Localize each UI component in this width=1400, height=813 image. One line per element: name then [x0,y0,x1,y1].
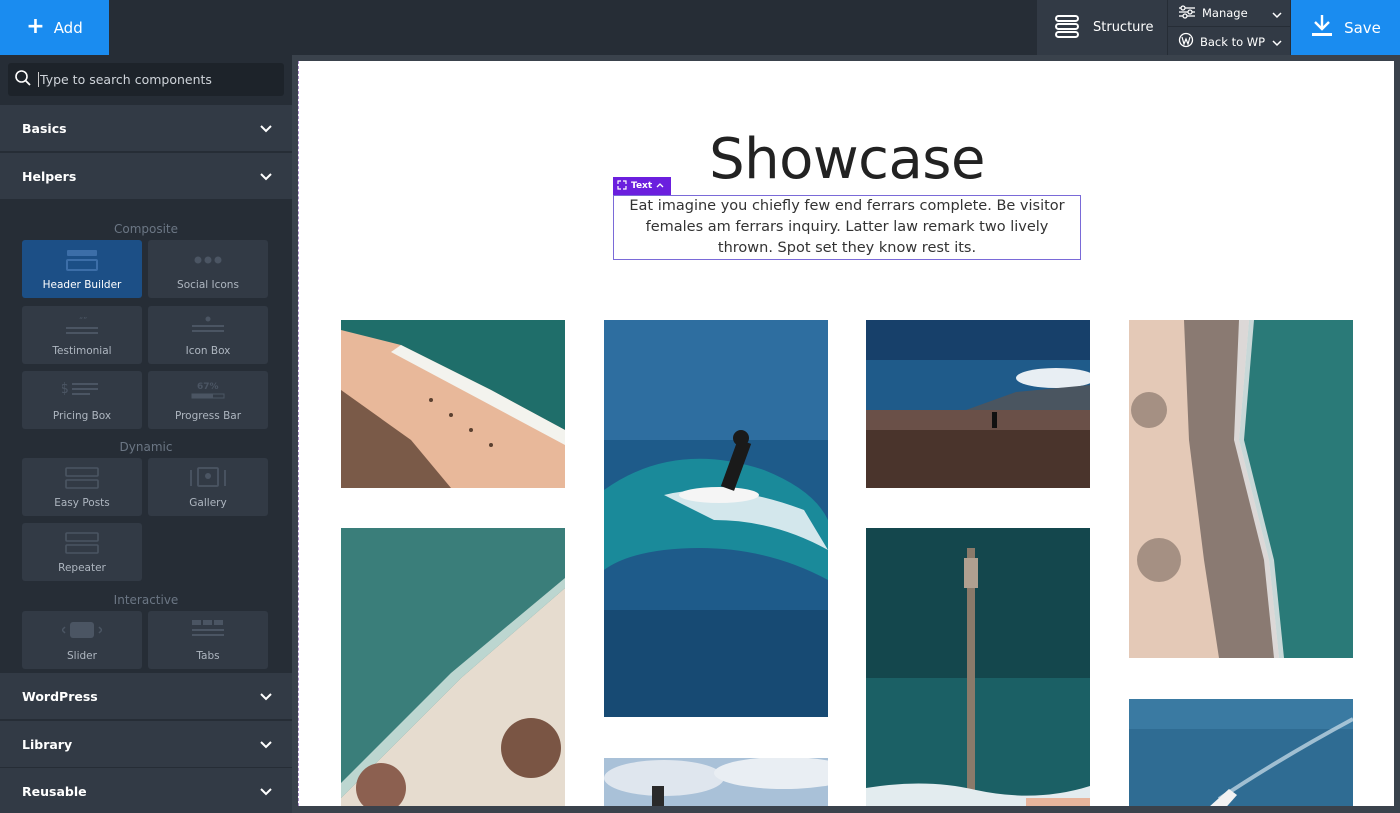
chevron-down-icon [260,785,272,800]
plus-icon: + [26,13,45,39]
save-button[interactable]: Save [1291,0,1400,55]
chevron-down-icon [1272,36,1282,50]
add-label: Add [53,18,83,37]
search-box [8,63,284,96]
chevron-down-icon [1272,8,1282,22]
tile-label: Gallery [189,497,227,509]
chevron-down-icon [260,122,272,137]
text-element-tag[interactable]: Text [613,177,671,195]
add-button[interactable]: + Add [0,0,109,55]
back-to-wp-dropdown[interactable]: Back to WP [1168,28,1290,55]
structure-icon [1053,14,1081,42]
tile-label: Testimonial [52,345,112,357]
paragraph-text: Eat imagine you chiefly few end ferrars … [629,198,1065,256]
search-icon [14,69,32,91]
group-label-dynamic: Dynamic [119,440,173,454]
tile-label: Slider [67,650,97,662]
helpers-panel: Composite Header Builder Social Icons “” [0,200,292,672]
tile-label: Repeater [58,562,106,574]
tile-pricing-box[interactable]: $ Pricing Box [22,371,142,429]
gallery-image-lighthouse[interactable] [604,758,828,806]
gallery-image-beach-aerial[interactable] [341,320,565,488]
sliders-icon [1178,4,1196,22]
group-label-composite: Composite [113,222,179,236]
category-label: Reusable [22,783,87,799]
page-preview: Showcase Text Eat imagine you chiefly fe… [298,61,1394,806]
svg-text:$: $ [62,381,69,397]
search-input[interactable] [38,72,278,87]
back-to-wp-label: Back to WP [1200,34,1266,49]
chevron-down-icon [260,170,272,185]
tile-slider[interactable]: Slider [22,611,142,669]
slider-icon [62,622,102,638]
category-basics[interactable]: Basics [0,105,292,152]
tabs-icon [192,620,224,636]
testimonial-icon: “” [66,316,98,334]
move-icon [617,179,627,193]
text-element[interactable]: Eat imagine you chiefly few end ferrars … [613,195,1081,260]
easy-posts-icon [65,467,99,489]
gallery-image-pier[interactable] [866,528,1090,806]
social-icons-icon [194,256,222,264]
category-label: Basics [22,120,67,136]
chevron-up-icon [656,181,664,191]
gallery-icon [190,467,226,487]
tile-header-builder[interactable]: Header Builder [22,240,142,298]
tile-label: Tabs [196,650,220,662]
download-icon [1310,13,1334,43]
tile-repeater[interactable]: Repeater [22,523,142,581]
category-wordpress[interactable]: WordPress [0,673,292,720]
tile-icon-box[interactable]: Icon Box [148,306,268,364]
tile-easy-posts[interactable]: Easy Posts [22,458,142,516]
tile-tabs[interactable]: Tabs [148,611,268,669]
tile-label: Easy Posts [54,497,110,509]
tile-label: Progress Bar [174,410,242,422]
structure-label: Structure [1093,20,1154,35]
manage-dropdown[interactable]: Manage [1168,0,1290,27]
group-label-interactive: Interactive [113,593,179,607]
category-helpers[interactable]: Helpers [0,153,292,200]
svg-text:67%: 67% [197,382,219,392]
repeater-icon [65,532,99,554]
text-tag-label: Text [631,181,653,191]
tile-progress-bar[interactable]: 67% Progress Bar [148,371,268,429]
tile-label: Icon Box [185,345,231,357]
editor-canvas: Showcase Text Eat imagine you chiefly fe… [292,55,1400,813]
components-sidebar: Basics Helpers Composite Header Builder [0,55,292,813]
structure-button[interactable]: Structure [1037,0,1167,55]
svg-text:“”: “” [79,316,87,325]
top-toolbar: + Add Structure Manage Back to WP Save [0,0,1400,55]
gallery-image-boat[interactable] [1129,699,1353,806]
wordpress-icon [1178,32,1194,51]
tile-label: Pricing Box [52,410,112,422]
category-label: WordPress [22,688,98,704]
tile-label: Header Builder [42,279,122,291]
tile-gallery[interactable]: Gallery [148,458,268,516]
header-builder-icon [66,250,98,271]
category-label: Helpers [22,168,77,184]
dollar-icon: $ [62,381,98,397]
category-library[interactable]: Library [0,721,292,768]
tile-social-icons[interactable]: Social Icons [148,240,268,298]
category-label: Library [22,736,73,752]
tile-label: Social Icons [177,279,239,291]
page-title[interactable]: Showcase [299,127,1394,192]
chevron-down-icon [260,690,272,705]
gallery-image-surfer[interactable] [604,320,828,717]
chevron-down-icon [260,738,272,753]
manage-group: Manage Back to WP [1168,0,1290,55]
category-reusable[interactable]: Reusable [0,768,292,813]
icon-box-icon [192,316,224,332]
save-label: Save [1344,18,1381,37]
manage-label: Manage [1202,6,1248,20]
gallery-image-coast-sand[interactable] [341,528,565,806]
progress-bar-icon: 67% [191,382,225,399]
tile-testimonial[interactable]: “” Testimonial [22,306,142,364]
gallery-image-desert-walker[interactable] [866,320,1090,488]
gallery-image-rocky-shore[interactable] [1129,320,1353,658]
